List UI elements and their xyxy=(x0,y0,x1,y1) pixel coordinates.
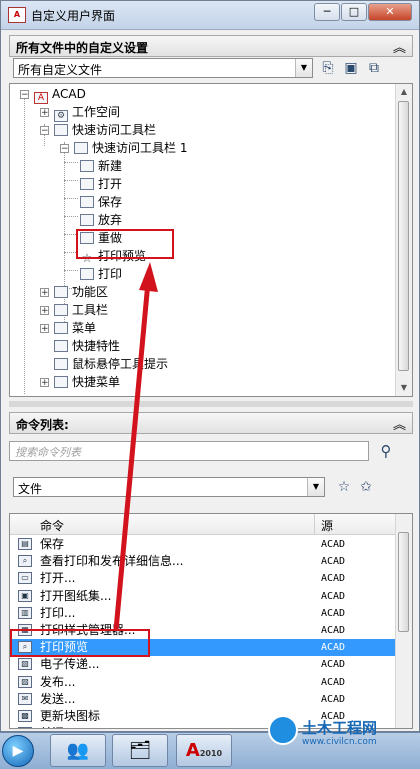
taskbar-users-button[interactable]: 👥 xyxy=(50,734,106,767)
autocad-version-badge: 2010 xyxy=(199,749,223,758)
watermark-url: www.civilcn.com xyxy=(302,737,377,747)
taskbar-autocad-button[interactable]: A2010 xyxy=(176,734,232,767)
annotation-arrow xyxy=(113,262,158,631)
watermark-name: 土木工程网 xyxy=(302,719,378,737)
taskbar-explorer-button[interactable]: 🗂 xyxy=(112,734,168,767)
watermark-logo-icon xyxy=(268,715,298,745)
start-button[interactable]: ▶ xyxy=(2,735,34,767)
watermark: 土木工程网 www.civilcn.com xyxy=(268,713,418,753)
